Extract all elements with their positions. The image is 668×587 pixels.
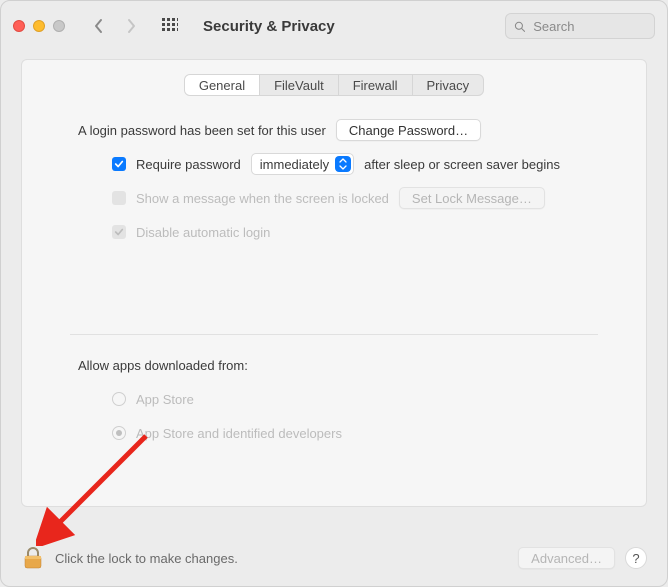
disable-auto-login-checkbox <box>112 225 126 239</box>
tab-privacy[interactable]: Privacy <box>413 75 484 95</box>
require-password-label-after: after sleep or screen saver begins <box>364 157 560 172</box>
allow-apps-option-appstore: App Store <box>136 392 194 407</box>
checkmark-icon <box>114 159 124 169</box>
chevron-left-icon <box>93 18 105 34</box>
allow-apps-option-identified: App Store and identified developers <box>136 426 342 441</box>
require-password-checkbox[interactable] <box>112 157 126 171</box>
titlebar: Security & Privacy <box>1 1 667 51</box>
search-field[interactable] <box>505 13 655 39</box>
allow-apps-radio-identified <box>112 426 126 440</box>
tabs: General FileVault Firewall Privacy <box>22 74 646 96</box>
search-input[interactable] <box>531 18 646 35</box>
footer: Click the lock to make changes. Advanced… <box>1 530 667 586</box>
select-stepper-icon <box>335 156 351 172</box>
tab-general[interactable]: General <box>185 75 260 95</box>
lock-icon <box>23 546 43 570</box>
help-button[interactable]: ? <box>625 547 647 569</box>
show-message-label: Show a message when the screen is locked <box>136 191 389 206</box>
advanced-button[interactable]: Advanced… <box>518 547 615 569</box>
require-password-delay-select[interactable]: immediately <box>251 153 354 175</box>
window-title: Security & Privacy <box>203 18 335 35</box>
help-icon: ? <box>632 551 639 566</box>
disable-auto-login-label: Disable automatic login <box>136 225 270 240</box>
allow-apps-radio-appstore <box>112 392 126 406</box>
tab-filevault[interactable]: FileVault <box>260 75 339 95</box>
tab-segmented-control[interactable]: General FileVault Firewall Privacy <box>184 74 484 96</box>
login-password-text: A login password has been set for this u… <box>78 123 326 138</box>
traffic-lights <box>13 20 65 32</box>
require-password-label-before: Require password <box>136 157 241 172</box>
back-button[interactable] <box>87 14 111 38</box>
allow-apps-label: Allow apps downloaded from: <box>78 358 248 373</box>
show-all-button[interactable] <box>159 15 181 37</box>
set-lock-message-button: Set Lock Message… <box>399 187 545 209</box>
allow-apps-section: Allow apps downloaded from: App Store Ap… <box>22 335 646 445</box>
general-section: A login password has been set for this u… <box>22 96 646 244</box>
prefs-window: Security & Privacy General FileVault Fir… <box>0 0 668 587</box>
search-icon <box>514 20 525 33</box>
checkmark-icon <box>114 227 124 237</box>
zoom-window-button <box>53 20 65 32</box>
content-pane: General FileVault Firewall Privacy A log… <box>21 59 647 507</box>
minimize-window-button[interactable] <box>33 20 45 32</box>
require-password-delay-value: immediately <box>260 157 329 172</box>
close-window-button[interactable] <box>13 20 25 32</box>
chevron-right-icon <box>125 18 137 34</box>
grid-icon <box>162 18 178 34</box>
lock-text: Click the lock to make changes. <box>55 551 238 566</box>
change-password-button[interactable]: Change Password… <box>336 119 481 141</box>
lock-button[interactable] <box>21 546 45 570</box>
forward-button <box>119 14 143 38</box>
tab-firewall[interactable]: Firewall <box>339 75 413 95</box>
show-message-checkbox <box>112 191 126 205</box>
